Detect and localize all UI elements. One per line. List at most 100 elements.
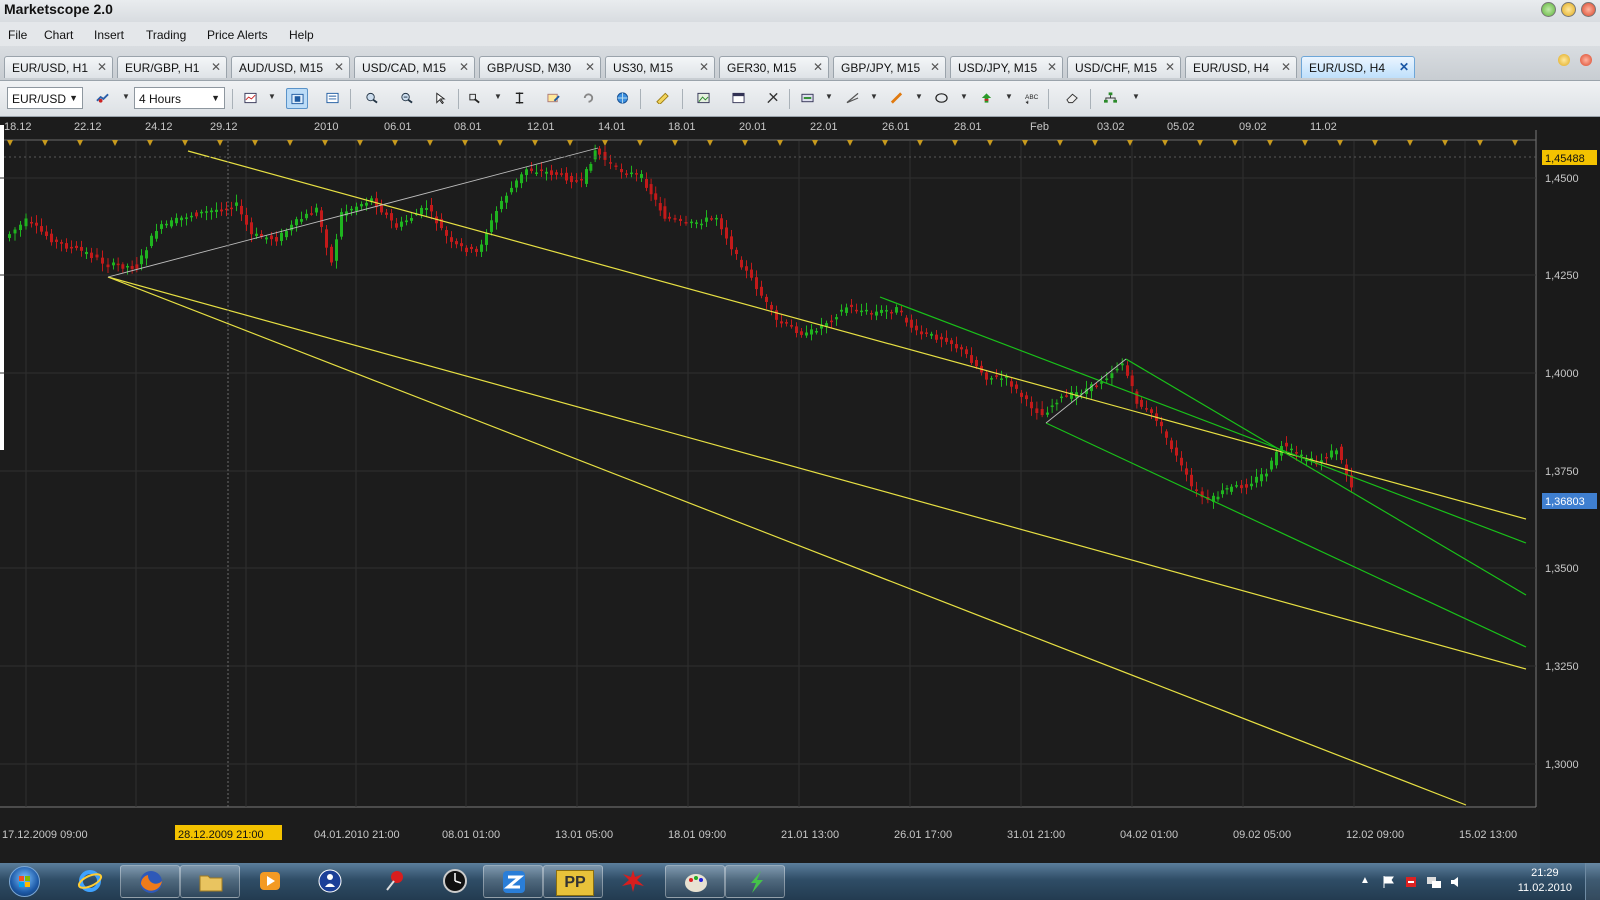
security-icon[interactable] [1404,875,1418,889]
chevron-down-icon[interactable]: ▼ [494,92,502,101]
menu-insert[interactable]: Insert [94,28,124,42]
instrument-select[interactable]: EUR/USD ▼ [7,87,83,109]
tab-eurgbp-h1[interactable]: EUR/GBP, H1 ✕ [117,56,227,78]
tools-icon[interactable] [762,88,784,109]
text-label-icon[interactable]: ABC [1021,88,1043,109]
candle-body [500,200,503,210]
tab-eurusd-h4-active[interactable]: EUR/USD, H4 ✕ [1301,56,1415,78]
show-desktop-button[interactable] [1585,863,1600,900]
close-button[interactable] [1581,2,1596,17]
eraser-icon[interactable] [1062,88,1084,109]
splash-icon[interactable] [603,865,663,898]
top-date-label: Feb [1030,121,1049,133]
image-icon[interactable] [693,88,715,109]
data-window-icon[interactable] [322,88,344,109]
tab-close-icon[interactable]: ✕ [1047,60,1057,74]
template-icon[interactable] [240,88,262,109]
internet-explorer-icon[interactable] [60,865,120,898]
chevron-down-icon[interactable]: ▼ [122,92,130,101]
layout-icon[interactable] [286,88,308,109]
cursor-icon[interactable] [430,88,452,109]
tab-close-icon[interactable]: ✕ [930,60,940,74]
ruler-icon[interactable] [652,88,674,109]
toolbar-separator [1048,89,1049,109]
tab-close-icon[interactable]: ✕ [211,60,221,74]
zoom-box-icon[interactable] [464,88,486,109]
timeframe-select[interactable]: 4 Hours ▼ [134,87,225,109]
system-clock[interactable]: 21:29 11.02.2010 [1518,866,1572,896]
show-hidden-icons-icon[interactable]: ▲ [1360,875,1370,886]
crosshair-icon[interactable] [509,88,531,109]
tab-close-icon[interactable]: ✕ [97,60,107,74]
tab-audusd-m15[interactable]: AUD/USD, M15 ✕ [231,56,350,78]
chevron-down-icon[interactable]: ▼ [915,92,923,101]
menu-price-alerts[interactable]: Price Alerts [207,28,268,42]
tab-close-icon[interactable]: ✕ [334,60,344,74]
network-icon[interactable] [1100,88,1122,109]
menu-chart[interactable]: Chart [44,28,73,42]
insert-indicator-icon[interactable] [797,88,819,109]
restore-chart-button[interactable] [1558,54,1570,66]
start-button[interactable] [9,866,40,897]
menu-file[interactable]: File [8,28,27,42]
pushpin-icon[interactable] [365,865,425,898]
pencil-icon[interactable] [886,88,908,109]
zoom-out-icon[interactable] [396,88,418,109]
network-status-icon[interactable] [1426,875,1442,889]
flag-icon[interactable] [1382,875,1396,889]
price-chart[interactable]: 18.12 22.12 24.12 29.12 2010 06.01 08.01… [0,117,1600,863]
tab-close-icon[interactable]: ✕ [813,60,823,74]
chevron-down-icon[interactable]: ▼ [268,92,276,101]
tab-close-icon[interactable]: ✕ [1165,60,1175,74]
top-date-label: 28.01 [954,121,982,133]
calendar-icon[interactable] [728,88,750,109]
more-icon[interactable]: ▼ [1132,92,1140,101]
tab-usdjpy-m15[interactable]: USD/JPY, M15 ✕ [950,56,1063,78]
tab-close-icon[interactable]: ✕ [1399,60,1409,74]
user-icon[interactable] [300,865,360,898]
bottom-date-label: 09.02 05:00 [1233,829,1291,841]
refresh-icon[interactable] [578,88,600,109]
candle-body [705,217,708,222]
firefox-icon[interactable] [120,865,180,898]
tab-gbpusd-m30[interactable]: GBP/USD, M30 ✕ [479,56,601,78]
chevron-down-icon[interactable]: ▼ [825,92,833,101]
tab-gbpjpy-m15[interactable]: GBP/JPY, M15 ✕ [833,56,946,78]
minimize-button[interactable] [1541,2,1556,17]
candle-body [95,254,99,258]
tab-ger30-m15[interactable]: GER30, M15 ✕ [719,56,829,78]
chevron-down-icon[interactable]: ▼ [960,92,968,101]
chevron-down-icon[interactable]: ▼ [870,92,878,101]
chevron-down-icon[interactable]: ▼ [1005,92,1013,101]
maximize-button[interactable] [1561,2,1576,17]
tab-us30-m15[interactable]: US30, M15 ✕ [605,56,715,78]
ellipse-icon[interactable] [931,88,953,109]
folder-icon[interactable] [180,865,240,898]
tab-close-icon[interactable]: ✕ [1281,60,1291,74]
menu-help[interactable]: Help [289,28,314,42]
clock-app-icon[interactable] [425,865,485,898]
alert-icon[interactable] [543,88,565,109]
menu-trading[interactable]: Trading [146,28,186,42]
zoom-in-icon[interactable] [361,88,383,109]
tab-close-icon[interactable]: ✕ [459,60,469,74]
tab-close-icon[interactable]: ✕ [585,60,595,74]
globe-icon[interactable] [612,88,634,109]
candle-body [915,325,918,331]
tab-usdcad-m15[interactable]: USD/CAD, M15 ✕ [354,56,475,78]
paint-icon[interactable] [665,865,725,898]
arrow-app-icon[interactable] [725,865,785,898]
marketscope-icon[interactable] [483,865,543,898]
media-player-icon[interactable] [240,865,300,898]
chart-type-icon[interactable] [92,88,114,109]
tab-eurusd-h4[interactable]: EUR/USD, H4 ✕ [1185,56,1297,78]
signal-icon[interactable] [976,88,998,109]
tab-usdchf-m15[interactable]: USD/CHF, M15 ✕ [1067,56,1181,78]
close-chart-button[interactable] [1580,54,1592,66]
tab-close-icon[interactable]: ✕ [699,60,709,74]
volume-icon[interactable] [1450,875,1464,889]
candle-body [230,207,233,210]
tab-eurusd-h1[interactable]: EUR/USD, H1 ✕ [4,56,113,78]
trendline-icon[interactable] [842,88,864,109]
pp-icon[interactable]: PP [543,865,603,898]
